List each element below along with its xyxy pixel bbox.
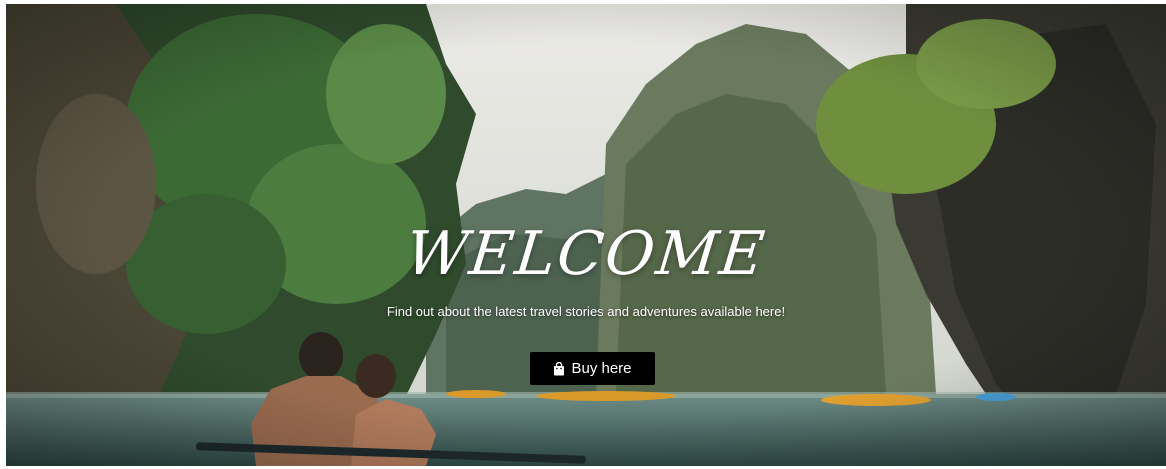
hero-banner: WELCOME Find out about the latest travel…	[6, 4, 1166, 466]
hero-tagline: Find out about the latest travel stories…	[386, 304, 786, 319]
buy-here-label: Buy here	[571, 360, 632, 377]
buy-here-button[interactable]: Buy here	[530, 352, 655, 385]
welcome-heading: WELCOME	[402, 219, 770, 289]
shopping-bag-icon	[553, 361, 565, 376]
hero-content: WELCOME Find out about the latest travel…	[6, 214, 1166, 319]
